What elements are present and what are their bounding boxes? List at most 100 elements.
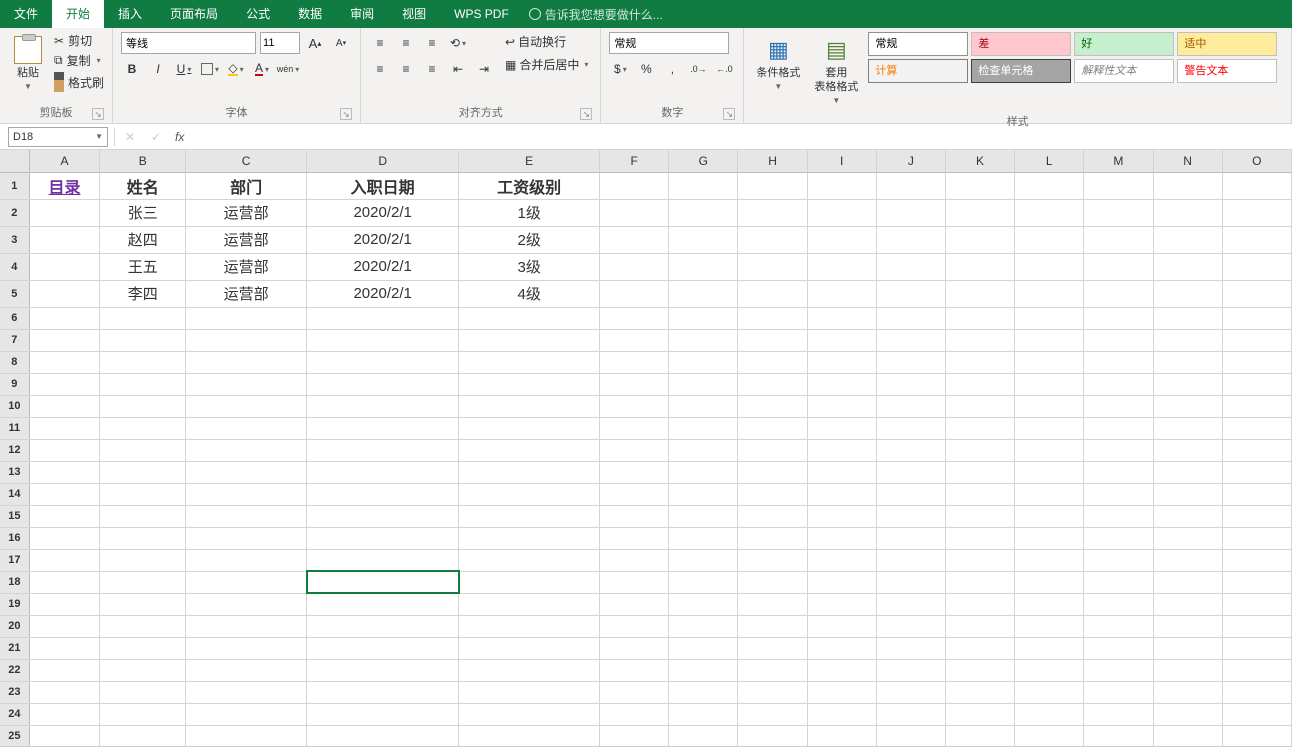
cell-C12[interactable] [186, 439, 307, 461]
cell-H18[interactable] [738, 571, 807, 593]
cell-J6[interactable] [876, 307, 945, 329]
cell-I4[interactable] [807, 253, 876, 280]
cell-O12[interactable] [1222, 439, 1291, 461]
menu-tab-审阅[interactable]: 审阅 [336, 0, 388, 28]
cell-M14[interactable] [1084, 483, 1153, 505]
cell-L18[interactable] [1015, 571, 1084, 593]
row-header-7[interactable]: 7 [0, 329, 29, 351]
cell-O4[interactable] [1222, 253, 1291, 280]
cell-B12[interactable] [100, 439, 186, 461]
cell-N22[interactable] [1153, 659, 1222, 681]
row-header-24[interactable]: 24 [0, 703, 29, 725]
cell-J2[interactable] [876, 199, 945, 226]
cell-F20[interactable] [600, 615, 669, 637]
cell-K11[interactable] [945, 417, 1014, 439]
cell-J4[interactable] [876, 253, 945, 280]
cell-J23[interactable] [876, 681, 945, 703]
cell-N6[interactable] [1153, 307, 1222, 329]
accounting-button[interactable]: $ [609, 58, 631, 80]
cell-E6[interactable] [459, 307, 600, 329]
cell-D23[interactable] [307, 681, 459, 703]
cell-F11[interactable] [600, 417, 669, 439]
merge-center-button[interactable]: ▦合并后居中 [501, 55, 592, 74]
cell-B2[interactable]: 张三 [100, 199, 186, 226]
row-header-15[interactable]: 15 [0, 505, 29, 527]
cell-J12[interactable] [876, 439, 945, 461]
cell-I11[interactable] [807, 417, 876, 439]
cell-C9[interactable] [186, 373, 307, 395]
cell-style-差[interactable]: 差 [971, 32, 1071, 56]
cell-M23[interactable] [1084, 681, 1153, 703]
cell-H3[interactable] [738, 226, 807, 253]
cell-F14[interactable] [600, 483, 669, 505]
cell-I12[interactable] [807, 439, 876, 461]
cell-O7[interactable] [1222, 329, 1291, 351]
cell-J8[interactable] [876, 351, 945, 373]
cell-F18[interactable] [600, 571, 669, 593]
cell-A12[interactable] [29, 439, 100, 461]
cell-A13[interactable] [29, 461, 100, 483]
menu-tab-公式[interactable]: 公式 [232, 0, 284, 28]
menu-tab-文件[interactable]: 文件 [0, 0, 52, 28]
cell-C2[interactable]: 运营部 [186, 199, 307, 226]
cell-E15[interactable] [459, 505, 600, 527]
cell-A8[interactable] [29, 351, 100, 373]
cell-M6[interactable] [1084, 307, 1153, 329]
cell-K5[interactable] [945, 280, 1014, 307]
cell-F17[interactable] [600, 549, 669, 571]
cell-H23[interactable] [738, 681, 807, 703]
cell-M5[interactable] [1084, 280, 1153, 307]
cell-H4[interactable] [738, 253, 807, 280]
cell-O19[interactable] [1222, 593, 1291, 615]
cell-I15[interactable] [807, 505, 876, 527]
cell-A11[interactable] [29, 417, 100, 439]
cell-J3[interactable] [876, 226, 945, 253]
cell-H22[interactable] [738, 659, 807, 681]
cell-C3[interactable]: 运营部 [186, 226, 307, 253]
cell-A19[interactable] [29, 593, 100, 615]
cell-O23[interactable] [1222, 681, 1291, 703]
cell-A18[interactable] [29, 571, 100, 593]
font-color-button[interactable]: A [251, 58, 273, 80]
align-center-button[interactable]: ≡ [395, 58, 417, 80]
cell-L21[interactable] [1015, 637, 1084, 659]
cell-G6[interactable] [669, 307, 738, 329]
cell-I10[interactable] [807, 395, 876, 417]
cell-I8[interactable] [807, 351, 876, 373]
cell-N13[interactable] [1153, 461, 1222, 483]
cell-N7[interactable] [1153, 329, 1222, 351]
cell-L23[interactable] [1015, 681, 1084, 703]
col-header-A[interactable]: A [29, 150, 100, 172]
cell-G25[interactable] [669, 725, 738, 747]
cell-E18[interactable] [459, 571, 600, 593]
cell-A22[interactable] [29, 659, 100, 681]
cell-H21[interactable] [738, 637, 807, 659]
cell-G15[interactable] [669, 505, 738, 527]
cell-L16[interactable] [1015, 527, 1084, 549]
cell-O21[interactable] [1222, 637, 1291, 659]
cell-K22[interactable] [945, 659, 1014, 681]
cell-A14[interactable] [29, 483, 100, 505]
cell-N8[interactable] [1153, 351, 1222, 373]
cell-G16[interactable] [669, 527, 738, 549]
row-header-9[interactable]: 9 [0, 373, 29, 395]
cell-M18[interactable] [1084, 571, 1153, 593]
cell-B7[interactable] [100, 329, 186, 351]
name-box[interactable]: D18 ▼ [8, 127, 108, 147]
cell-G9[interactable] [669, 373, 738, 395]
cell-H20[interactable] [738, 615, 807, 637]
cell-J16[interactable] [876, 527, 945, 549]
cell-N1[interactable] [1153, 172, 1222, 199]
format-as-table-button[interactable]: ▤ 套用 表格格式▼ [810, 32, 862, 110]
cell-D11[interactable] [307, 417, 459, 439]
col-header-D[interactable]: D [307, 150, 459, 172]
col-header-C[interactable]: C [186, 150, 307, 172]
cell-J25[interactable] [876, 725, 945, 747]
cell-M3[interactable] [1084, 226, 1153, 253]
cell-E2[interactable]: 1级 [459, 199, 600, 226]
cell-O10[interactable] [1222, 395, 1291, 417]
cell-J14[interactable] [876, 483, 945, 505]
cell-H5[interactable] [738, 280, 807, 307]
cell-O5[interactable] [1222, 280, 1291, 307]
cell-N19[interactable] [1153, 593, 1222, 615]
